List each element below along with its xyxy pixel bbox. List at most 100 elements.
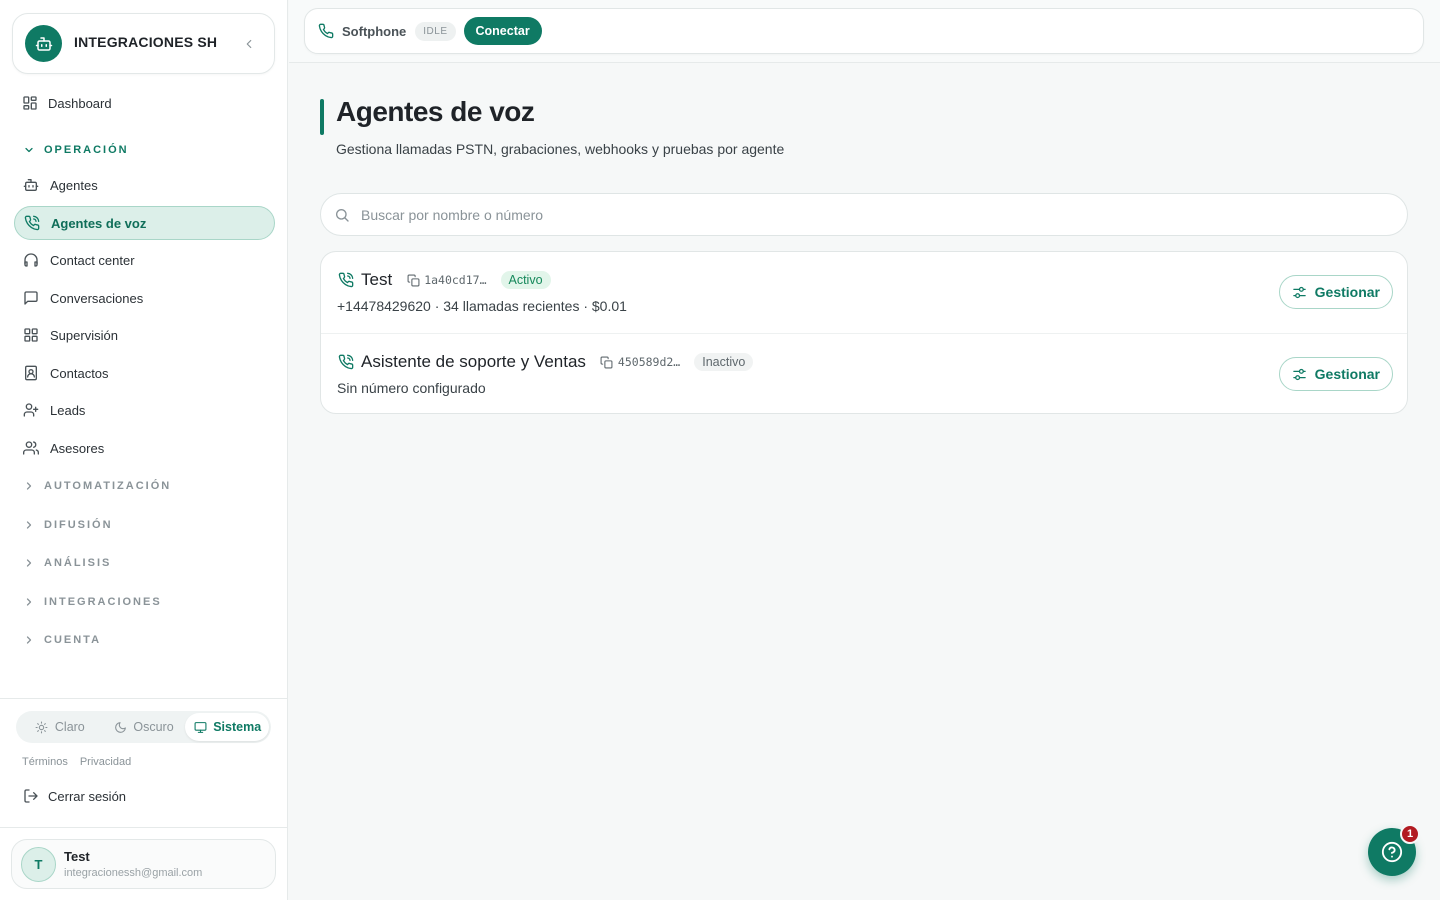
agent-name: Asistente de soporte y Ventas [361,352,586,371]
sidebar-item-label: Leads [50,402,86,418]
section-automatizacion[interactable]: AUTOMATIZACIÓN [22,477,171,495]
sidebar-item-label: Conversaciones [50,290,144,306]
theme-option-label: Sistema [213,720,262,734]
monitor-icon [193,720,207,734]
sidebar-item-label: Supervisión [50,327,118,343]
notification-badge: 1 [1400,824,1420,844]
logout-label: Cerrar sesión [48,788,127,804]
grid-icon [22,326,40,344]
section-operacion[interactable]: OPERACIÓN [22,141,129,159]
connect-button[interactable]: Conectar [463,17,542,45]
agent-meta: Sin número configurado [337,380,486,396]
manage-label: Gestionar [1314,366,1380,382]
chevron-right-icon [22,633,36,647]
chevron-right-icon [22,479,36,493]
moon-icon [113,720,127,734]
sliders-icon [1292,284,1308,300]
theme-option-label: Oscuro [133,720,174,734]
section-label: ANÁLISIS [44,557,112,569]
softphone-label: Softphone [342,23,407,39]
phone-call-icon [23,214,41,232]
sidebar-item-contactos[interactable]: Contactos [14,356,275,390]
theme-toggle: Claro Oscuro Sistema [16,711,271,743]
manage-label: Gestionar [1314,284,1380,300]
manage-button[interactable]: Gestionar [1278,275,1393,309]
chevron-right-icon [22,595,36,609]
phone-call-icon [337,353,355,371]
page-subtitle: Gestiona llamadas PSTN, grabaciones, web… [336,141,785,157]
sidebar-item-label: Asesores [50,440,105,456]
chevron-down-icon [22,143,36,157]
brand-card[interactable]: INTEGRACIONES SH [12,13,275,74]
agent-meta: +14478429620 · 34 llamadas recientes · $… [337,298,627,314]
copy-icon [406,273,420,287]
phone-call-icon [337,271,355,289]
agent-id: 1a40cd17… [424,273,487,287]
phone-icon [317,22,335,40]
bot-icon [25,25,62,62]
user-card[interactable]: T Test integracionessh@gmail.com [11,839,276,889]
agent-id-copy[interactable]: 1a40cd17… [406,273,487,287]
status-badge: Activo [500,271,551,289]
section-cuenta[interactable]: CUENTA [22,631,101,649]
agent-row[interactable]: Test 1a40cd17… Activo +14478429620 · 34 … [321,252,1407,333]
avatar: T [21,847,56,882]
section-label: AUTOMATIZACIÓN [44,480,172,492]
sidebar-item-dashboard[interactable]: Dashboard [14,86,275,120]
help-circle-icon [1381,841,1403,863]
agent-name: Test [361,270,393,289]
section-difusion[interactable]: DIFUSIÓN [22,516,113,534]
contact-book-icon [22,364,40,382]
terms-link[interactable]: Términos [22,756,68,768]
section-label: DIFUSIÓN [44,519,113,531]
legal-links: Términos Privacidad [22,756,131,768]
sidebar-item-supervision[interactable]: Supervisión [14,318,275,352]
chevron-right-icon [22,518,36,532]
sidebar-item-agentes-de-voz[interactable]: Agentes de voz [14,206,275,240]
brand-name: INTEGRACIONES SH [74,34,218,50]
search-input[interactable] [361,206,1261,223]
section-analisis[interactable]: ANÁLISIS [22,554,111,572]
logout-button[interactable]: Cerrar sesión [22,786,126,806]
agent-row[interactable]: Asistente de soporte y Ventas 450589d2… … [321,333,1407,413]
theme-option-system[interactable]: Sistema [185,713,270,741]
dashboard-icon [21,94,39,112]
section-integraciones[interactable]: INTEGRACIONES [22,593,162,611]
user-plus-icon [22,401,40,419]
sidebar-item-asesores[interactable]: Asesores [14,431,275,465]
sidebar-item-label: Contact center [50,252,135,268]
theme-option-label: Claro [54,720,85,734]
sliders-icon [1292,366,1308,382]
divider [0,698,288,699]
sidebar-item-agentes[interactable]: Agentes [14,168,275,202]
user-name: Test [64,849,90,864]
theme-option-dark[interactable]: Oscuro [102,713,186,741]
message-square-icon [22,289,40,307]
agent-list: Test 1a40cd17… Activo +14478429620 · 34 … [320,251,1408,414]
user-email: integracionessh@gmail.com [64,867,203,879]
chevron-left-icon[interactable] [240,35,258,53]
sidebar-item-label: Agentes de voz [51,215,147,231]
bot-icon [22,176,40,194]
section-label: OPERACIÓN [44,144,129,156]
sidebar-item-leads[interactable]: Leads [14,393,275,427]
users-icon [22,439,40,457]
topbar-area: Softphone IDLE Conectar [289,0,1440,63]
divider [0,827,288,828]
privacy-link[interactable]: Privacidad [80,756,131,768]
theme-option-light[interactable]: Claro [18,713,102,741]
search-bar [320,193,1408,236]
sidebar: INTEGRACIONES SH Dashboard OPERACIÓN Age… [0,0,288,900]
search-icon [333,206,351,224]
sidebar-item-label: Dashboard [48,95,112,111]
manage-button[interactable]: Gestionar [1278,357,1393,391]
agent-id-copy[interactable]: 450589d2… [600,355,680,369]
agent-header: Asistente de soporte y Ventas 450589d2… … [361,351,754,373]
status-badge: IDLE [415,21,456,41]
sidebar-item-contact-center[interactable]: Contact center [14,243,275,277]
title-accent [320,99,324,135]
sidebar-item-label: Agentes [50,177,98,193]
page-title: Agentes de voz [336,96,535,127]
sidebar-item-conversaciones[interactable]: Conversaciones [14,281,275,315]
headphones-icon [22,251,40,269]
